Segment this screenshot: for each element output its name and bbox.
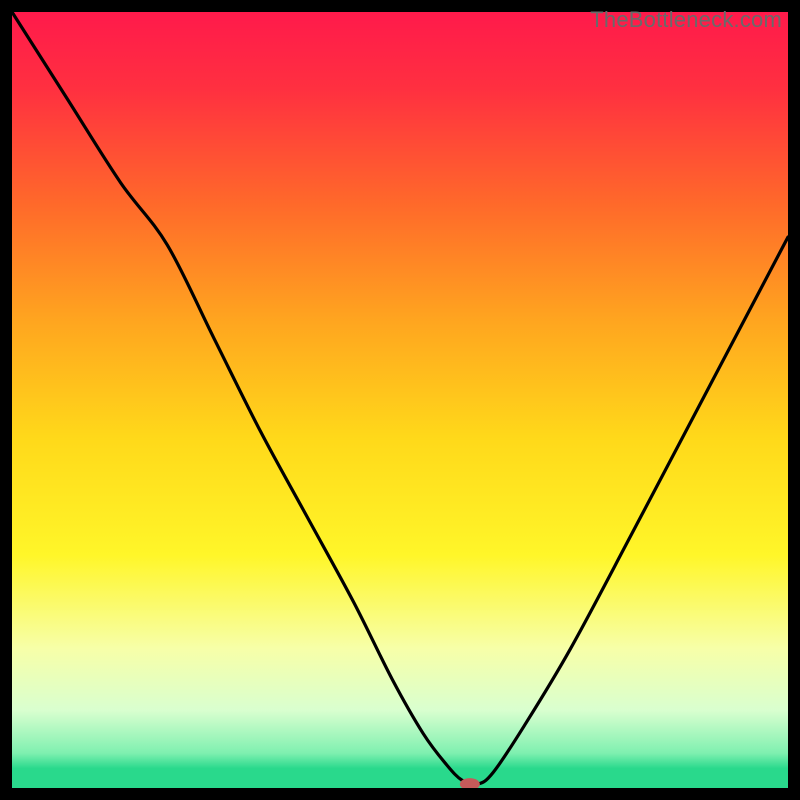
watermark-text: TheBottleneck.com (590, 7, 782, 33)
chart-frame: TheBottleneck.com (12, 12, 788, 788)
gradient-background (12, 12, 788, 788)
bottleneck-chart (12, 12, 788, 788)
